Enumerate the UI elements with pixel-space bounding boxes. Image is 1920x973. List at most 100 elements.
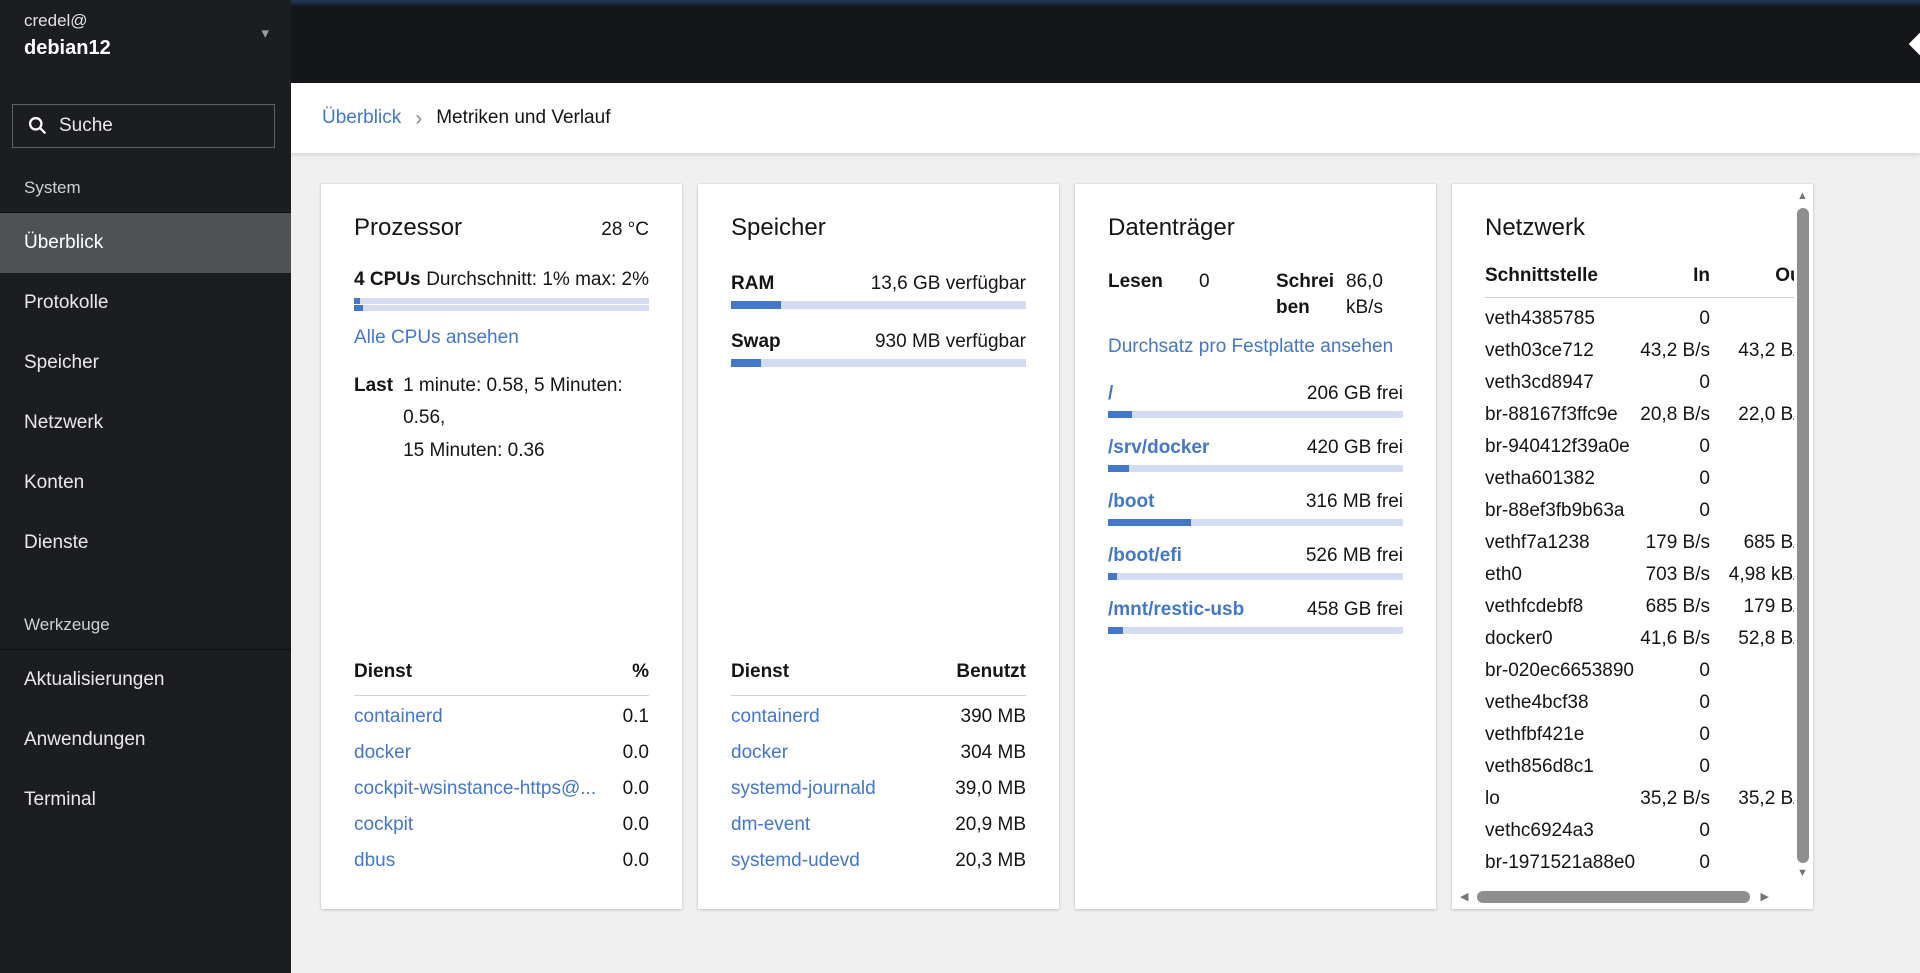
mount-path-link[interactable]: /boot [1108,491,1154,513]
memory-meter-bar [731,301,1026,309]
interface-row: vethfbf421e 0 0 [1485,719,1794,751]
interface-name: vethfbf421e [1485,724,1585,745]
interface-out: 685 B/s [1743,532,1794,553]
cpu-usage-bar-fill [354,305,363,311]
disk-read-label: Lesen [1108,271,1163,292]
memory-meter: Swap 930 MB verfügbar [731,331,1026,367]
sidebar-item[interactable]: Speicher [0,333,291,393]
sidebar-item[interactable]: Protokolle [0,273,291,333]
sidebar-item[interactable]: Terminal [0,770,291,830]
service-row: dm-event 20,9 MB [731,807,1026,843]
sidebar-item-label: Terminal [24,789,96,810]
service-link[interactable]: docker [731,742,788,764]
service-link[interactable]: cockpit-wsinstance-https@... [354,778,596,800]
nav-section-title: System [24,178,81,197]
interface-name: lo [1485,788,1500,809]
scroll-up-icon[interactable]: ▲ [1797,191,1808,202]
sidebar-item[interactable]: Anwendungen [0,710,291,770]
scroll-right-icon[interactable]: ▶ [1761,892,1769,903]
service-link[interactable]: dm-event [731,814,810,836]
column-service: Dienst [731,661,790,682]
mount-path-link[interactable]: /boot/efi [1108,545,1182,567]
mount-row: /mnt/restic-usb 458 GB frei [1108,599,1403,621]
disk-write-value: 86,0 kB/s [1346,271,1383,318]
cpu-count: 4 CPUs [354,269,421,290]
interface-name: br-020ec6653890 [1485,660,1634,681]
mount-item: /boot 316 MB frei [1108,491,1403,527]
nav-items: Überblick Protokolle Speicher Netzwerk K… [0,212,291,573]
masthead [291,0,1920,83]
interface-out: 0 [1710,756,1794,778]
service-link[interactable]: systemd-udevd [731,850,860,872]
sidebar-item[interactable]: Überblick [0,213,291,273]
sidebar-item[interactable]: Dienste [0,513,291,573]
horizontal-scrollbar-thumb[interactable] [1477,891,1750,903]
sidebar-item[interactable]: Netzwerk [0,393,291,453]
interface-in: 43,2 B/s [1640,340,1710,361]
service-value: 0.0 [622,742,649,763]
vertical-scrollbar-thumb[interactable] [1797,208,1809,863]
mount-usage-fill [1108,411,1132,419]
service-link[interactable]: containerd [731,706,820,728]
service-link[interactable]: docker [354,742,411,764]
disk-read-value: 0 [1199,271,1210,292]
interface-in: 0 [1699,500,1710,521]
service-link[interactable]: dbus [354,850,395,872]
breadcrumb: Überblick › Metriken und Verlauf [291,83,1920,153]
mount-usage-fill [1108,573,1117,581]
vertical-scrollbar[interactable]: ▲ ▼ [1796,191,1810,879]
cpu-usage-bar-fill [354,298,360,304]
interface-row: vethfcdebf8 685 B/s 179 B/s [1485,591,1794,623]
mount-path-link[interactable]: / [1108,383,1113,405]
mount-path-link[interactable]: /mnt/restic-usb [1108,599,1244,621]
interface-row: veth856d8c1 0 0 [1485,751,1794,783]
interface-name: vetha601382 [1485,468,1595,489]
disk-io-stats: Lesen 0 Schreiben 86,0 kB/s [1108,269,1403,320]
cpu-service-table: Dienst % containerd 0.1 docker 0.0 cockp… [354,661,649,879]
sidebar-item-label: Speicher [24,352,99,373]
memory-card-header: Speicher [731,214,1026,242]
column-percent: % [632,661,649,682]
interface-in: 685 B/s [1645,596,1710,617]
metrics-page: Prozessor 28 °C 4 CPUs Durchschnitt: 1% … [291,153,1920,973]
sidebar-search [12,104,275,148]
interface-out: 0 [1710,436,1794,458]
breadcrumb-link-overview[interactable]: Überblick [322,107,401,129]
mount-usage-fill [1108,627,1123,635]
service-link[interactable]: containerd [354,706,443,728]
memory-meter-row: RAM 13,6 GB verfügbar [731,273,1026,295]
service-row: containerd 390 MB [731,699,1026,735]
service-value: 0.0 [622,850,649,871]
interface-out: 0 [1710,372,1794,394]
sidebar-item[interactable]: Aktualisierungen [0,650,291,710]
service-link[interactable]: cockpit [354,814,413,836]
scroll-down-icon[interactable]: ▼ [1797,868,1808,879]
service-value: 39,0 MB [955,778,1026,799]
mount-usage-fill [1108,519,1191,527]
breadcrumb-current: Metriken und Verlauf [436,107,611,128]
interface-out: 0 [1710,692,1794,714]
service-row: docker 0.0 [354,735,649,771]
view-all-cpus-link[interactable]: Alle CPUs ansehen [354,327,519,349]
interface-out: 0 [1710,468,1794,490]
horizontal-scrollbar[interactable]: ◀ ▶ [1460,890,1787,904]
chevron-down-icon[interactable]: ▾ [261,24,269,42]
cpu-table-header: Dienst % [354,661,649,683]
interface-out: 0 [1710,820,1794,842]
service-link[interactable]: systemd-journald [731,778,876,800]
mount-path-link[interactable]: /srv/docker [1108,437,1209,459]
cpu-card: Prozessor 28 °C 4 CPUs Durchschnitt: 1% … [321,184,682,909]
sidebar-item[interactable]: Konten [0,453,291,513]
interface-in: 0 [1699,308,1710,329]
disk-throughput-link[interactable]: Durchsatz pro Festplatte ansehen [1108,336,1393,358]
interface-out: 43,2 B/s [1738,340,1794,361]
cpu-temperature: 28 °C [601,219,649,240]
interface-out: 0 [1710,660,1794,682]
service-value: 0.0 [622,778,649,799]
scroll-left-icon[interactable]: ◀ [1460,892,1468,903]
host-switcher[interactable]: credel@ debian12 ▾ [0,0,291,83]
search-input[interactable] [12,104,275,148]
interface-in: 0 [1699,852,1710,873]
memory-meter-label: RAM [731,273,775,294]
column-service: Dienst [354,661,413,682]
